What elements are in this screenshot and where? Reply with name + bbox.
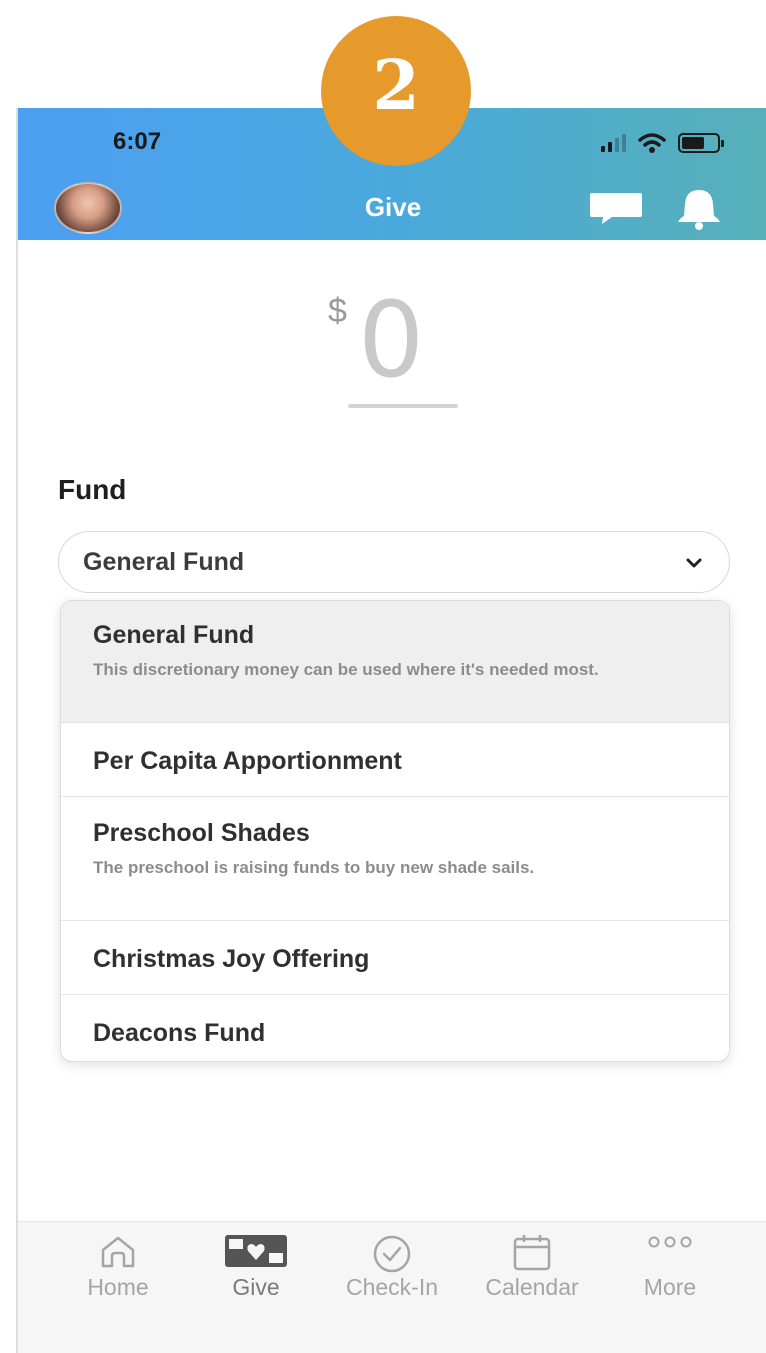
cellular-signal-icon [601,134,626,152]
fund-option-title: Deacons Fund [93,1019,266,1047]
page-title: Give [364,192,422,222]
more-icon [648,1236,692,1248]
fund-select-value: General Fund [83,547,245,576]
amount-value: 0 [358,279,425,401]
amount-underline [348,404,458,408]
nav-label: Give [232,1274,280,1300]
chat-icon[interactable] [588,190,644,226]
check-in-icon [373,1235,411,1273]
battery-icon [678,133,724,153]
nav-item-more[interactable]: More [600,1222,740,1353]
give-icon [225,1235,287,1267]
fund-dropdown: General Fund This discretionary money ca… [60,600,730,1062]
bell-icon[interactable] [672,186,726,230]
amount-display[interactable]: $ 0 [328,288,488,408]
nav-label: More [643,1274,697,1300]
fund-option-title: Per Capita Apportionment [93,747,402,775]
nav-item-check-in[interactable]: Check-In [322,1222,462,1353]
nav-item-give[interactable]: Give [186,1222,326,1353]
nav-item-calendar[interactable]: Calendar [462,1222,602,1353]
fund-option-title: General Fund [93,621,255,649]
nav-item-home[interactable]: Home [48,1222,188,1353]
fund-option-general-fund[interactable]: General Fund This discretionary money ca… [61,601,729,723]
step-number-badge: 2 [321,16,471,166]
calendar-icon [513,1235,551,1271]
nav-label: Home [87,1274,149,1300]
nav-label: Check-In [345,1274,439,1300]
phone-screen: 6:07 Give $ 0 Fund General Fund General … [16,108,766,1353]
status-time: 6:07 [113,128,162,155]
wifi-icon [638,133,666,153]
fund-option-title: Christmas Joy Offering [93,945,370,973]
fund-option-description: This discretionary money can be used whe… [93,660,599,679]
nav-label: Calendar [485,1274,579,1300]
fund-select[interactable]: General Fund [58,531,730,593]
fund-option-preschool-shades[interactable]: Preschool Shades The preschool is raisin… [61,797,729,921]
fund-label: Fund [58,474,127,505]
currency-symbol: $ [328,292,347,330]
fund-option-per-capita-apportionment[interactable]: Per Capita Apportionment [61,723,729,797]
home-icon [101,1236,135,1268]
status-icons [601,132,724,154]
fund-option-deacons-fund[interactable]: Deacons Fund [61,995,729,1061]
fund-option-title: Preschool Shades [93,819,310,847]
fund-option-christmas-joy-offering[interactable]: Christmas Joy Offering [61,921,729,995]
fund-option-description: The preschool is raising funds to buy ne… [93,858,535,877]
bottom-nav: Home Give Check-In Calendar More [18,1221,766,1353]
chevron-down-icon [686,558,702,568]
